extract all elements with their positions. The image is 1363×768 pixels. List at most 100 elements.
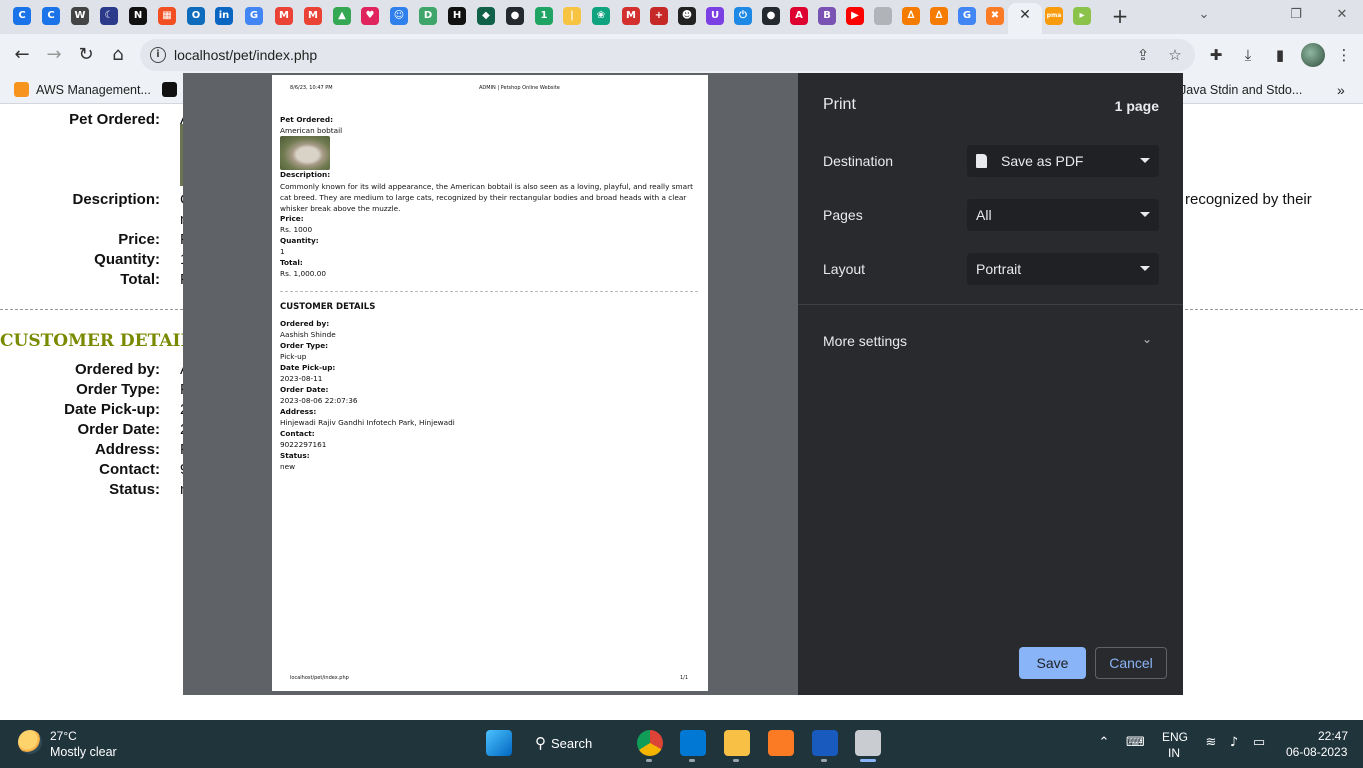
chrome-c-icon[interactable]: C [13, 7, 31, 25]
angular-icon[interactable]: A [790, 7, 808, 25]
github-icon[interactable]: ● [762, 7, 780, 25]
chevron-down-icon[interactable]: ⌄ [1139, 331, 1155, 347]
site-info-icon[interactable]: i [150, 47, 166, 63]
xampp-icon[interactable]: ✖ [986, 7, 1004, 25]
snipping-tool-icon[interactable] [855, 730, 881, 756]
language-indicator[interactable]: ENG [1162, 730, 1188, 745]
file-explorer-icon[interactable] [724, 730, 750, 756]
bookmark-hackerrank[interactable] [162, 81, 184, 99]
preview-divider [280, 291, 698, 292]
u-app-icon[interactable]: U [706, 7, 724, 25]
profile-app-icon[interactable]: ☻ [678, 7, 696, 25]
cancel-button[interactable]: Cancel [1095, 647, 1167, 679]
bar-app-icon[interactable]: | [563, 7, 581, 25]
taskbar-search[interactable]: ⚲ Search [535, 732, 615, 756]
windows-start-icon[interactable] [486, 730, 512, 756]
show-hidden-icons[interactable]: ⌃ [1095, 734, 1113, 752]
destination-value: Save as PDF [976, 152, 1083, 170]
heart-app-icon[interactable]: ♥ [361, 7, 379, 25]
minimize-icon[interactable]: ⌄ [1192, 4, 1216, 26]
description-tail-text: recognized by their [1185, 191, 1312, 208]
xampp-triangle-icon[interactable]: ∆ [902, 7, 920, 25]
home-icon[interactable]: ⌂ [107, 44, 129, 66]
dropdown-caret-icon [1140, 266, 1150, 271]
vscode-taskbar-icon[interactable] [680, 730, 706, 756]
close-tab-icon[interactable]: ✕ [1016, 6, 1034, 24]
more-settings-toggle[interactable]: More settings [823, 332, 907, 350]
chrome-c-icon[interactable]: C [42, 7, 60, 25]
destination-label: Destination [823, 153, 894, 169]
xampp-triangle-icon[interactable]: ∆ [930, 7, 948, 25]
openai-icon[interactable]: ❀ [592, 7, 610, 25]
microsoft-icon[interactable]: ▦ [158, 7, 176, 25]
preview-pet-ordered-label: Pet Ordered: [280, 115, 333, 124]
share-icon[interactable]: ⇪ [1133, 45, 1153, 65]
bootstrap-icon[interactable]: B [818, 7, 836, 25]
green-app-icon[interactable]: ▸ [1073, 7, 1091, 25]
more-bookmarks-icon[interactable]: » [1337, 81, 1345, 99]
word-running-indicator [821, 759, 827, 762]
battery-icon[interactable]: ▭ [1250, 734, 1268, 752]
bookmark-star-icon[interactable]: ☆ [1165, 45, 1185, 65]
outlook-icon[interactable]: O [187, 7, 205, 25]
pages-label: Pages [823, 207, 863, 223]
mongodb-icon[interactable]: ◆ [477, 7, 495, 25]
google-drive-icon[interactable]: ▲ [333, 7, 351, 25]
google-icon[interactable]: G [958, 7, 976, 25]
side-panel-icon[interactable]: ▮ [1269, 44, 1291, 66]
search-label: Search [551, 736, 593, 751]
moon-app-icon[interactable]: ☾ [100, 7, 118, 25]
profile-avatar[interactable] [1301, 43, 1325, 67]
m-red-icon[interactable]: M [622, 7, 640, 25]
notion-icon[interactable]: N [129, 7, 147, 25]
weather-condition[interactable]: Mostly clear [50, 745, 117, 760]
one-app-icon[interactable]: 1 [535, 7, 553, 25]
youtube-icon[interactable]: ▶ [846, 7, 864, 25]
new-tab-icon[interactable]: + [1109, 5, 1131, 27]
grey-circle-icon[interactable] [874, 7, 892, 25]
close-window-icon[interactable]: ✕ [1330, 4, 1354, 26]
phpmyadmin-icon[interactable]: pma [1045, 7, 1063, 25]
gmail-icon[interactable]: M [304, 7, 322, 25]
word-taskbar-icon[interactable] [812, 730, 838, 756]
weather-temperature[interactable]: 27°C [50, 729, 77, 744]
bookmark-java[interactable]: Java Stdin and Stdo... [1180, 81, 1302, 99]
hackerrank-icon[interactable]: H [448, 7, 466, 25]
linkedin-icon[interactable]: in [215, 7, 233, 25]
wifi-icon[interactable]: ≋ [1202, 734, 1220, 752]
wordpress-icon[interactable]: W [71, 7, 89, 25]
gmail-icon[interactable]: M [275, 7, 293, 25]
bookmark-aws[interactable]: AWS Management... [14, 81, 151, 99]
cross-app-icon[interactable]: + [650, 7, 668, 25]
volume-icon[interactable]: ♪ [1225, 734, 1243, 752]
back-icon[interactable]: ← [11, 44, 33, 66]
layout-select[interactable]: Portrait [967, 253, 1159, 285]
translate-icon[interactable]: G [245, 7, 263, 25]
extensions-icon[interactable]: ✚ [1205, 44, 1227, 66]
github-icon[interactable]: ● [506, 7, 524, 25]
xampp-taskbar-icon[interactable] [768, 730, 794, 756]
restore-icon[interactable]: ❐ [1284, 4, 1308, 26]
destination-select[interactable]: Save as PDF [967, 145, 1159, 177]
download-icon[interactable]: ⤓ [1237, 44, 1259, 66]
pages-select[interactable]: All [967, 199, 1159, 231]
preview-status-value: new [280, 462, 296, 471]
clock-date[interactable]: 06-08-2023 [1286, 745, 1347, 760]
print-preview-page[interactable]: 8/6/23, 10:47 PM ADMIN | Petshop Online … [272, 75, 708, 691]
weather-moon-icon[interactable] [18, 730, 42, 754]
bot-icon[interactable]: ☺ [390, 7, 408, 25]
url-text[interactable]: localhost/pet/index.php [174, 46, 317, 64]
keyboard-icon[interactable]: ⌨ [1126, 734, 1145, 752]
save-button[interactable]: Save [1019, 647, 1086, 679]
chrome-taskbar-icon[interactable] [637, 730, 663, 756]
address-bar[interactable]: i localhost/pet/index.php ⇪ ☆ [140, 39, 1195, 71]
preview-ordered-by-value: Aashish Shinde [280, 330, 336, 339]
clock-time[interactable]: 22:47 [1318, 729, 1348, 744]
preview-price-label: Price: [280, 214, 304, 223]
d-app-icon[interactable]: D [419, 7, 437, 25]
region-indicator[interactable]: IN [1168, 746, 1180, 761]
menu-kebab-icon[interactable]: ⋮ [1333, 44, 1355, 66]
power-app-icon[interactable]: ⏻ [734, 7, 752, 25]
forward-icon[interactable]: → [43, 44, 65, 66]
reload-icon[interactable]: ↻ [75, 44, 97, 66]
